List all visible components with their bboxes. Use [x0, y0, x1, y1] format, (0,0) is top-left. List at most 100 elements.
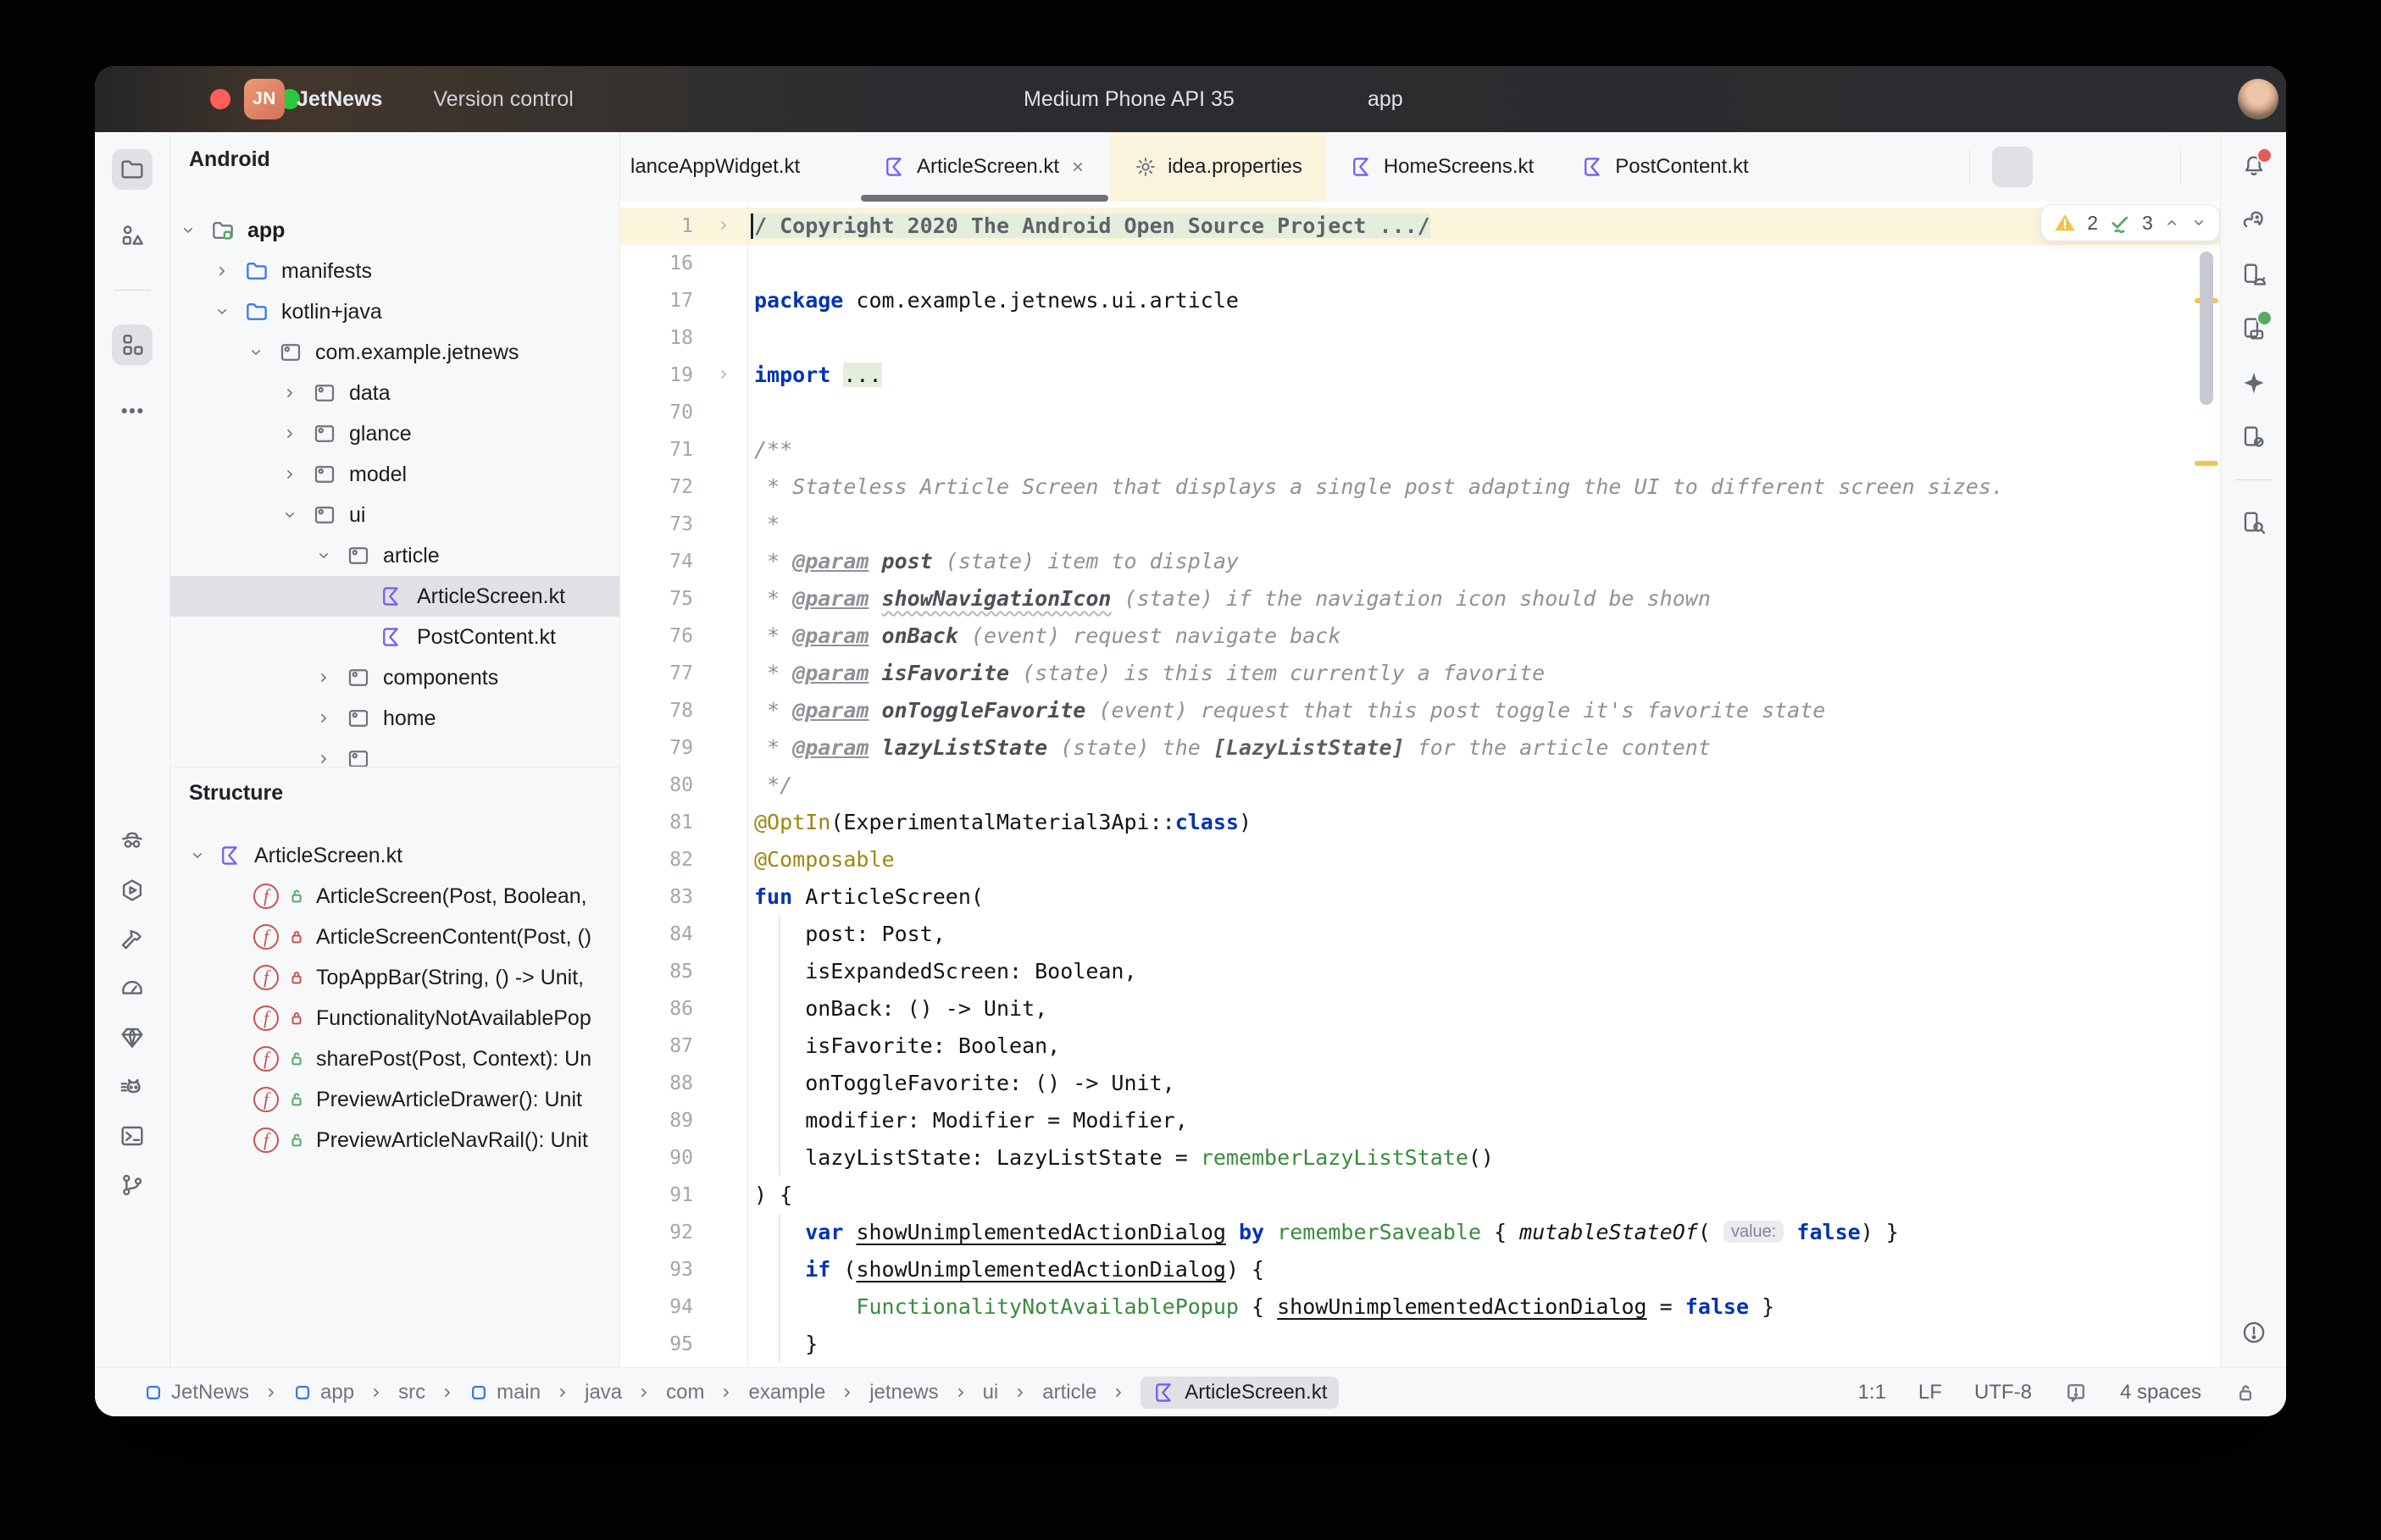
line-number[interactable]: 87	[620, 1028, 693, 1065]
tree-item-ui[interactable]: ui	[170, 495, 619, 535]
tree-item-components[interactable]: components	[170, 657, 619, 698]
profiler-tool[interactable]	[112, 968, 153, 1009]
code-line-73[interactable]: 73 *	[620, 506, 2220, 543]
line-number[interactable]: 93	[620, 1251, 693, 1288]
line-number[interactable]: 83	[620, 878, 693, 916]
line-number[interactable]: 76	[620, 618, 693, 655]
logcat-tool[interactable]	[112, 1066, 153, 1107]
tree-item-PostContent.kt[interactable]: PostContent.kt	[170, 617, 619, 657]
fold-arrow-icon[interactable]	[715, 217, 732, 234]
line-number[interactable]: 70	[620, 394, 693, 431]
tree-item-glance[interactable]: glance	[170, 413, 619, 454]
breadcrumb-src[interactable]: src	[398, 1381, 425, 1404]
close-icon[interactable]	[1069, 158, 1086, 175]
line-number[interactable]: 81	[620, 804, 693, 841]
code-line-71[interactable]: 71 /**	[620, 431, 2220, 468]
code-line-84[interactable]: 84 post: Post,	[620, 916, 2220, 953]
gemini-tool[interactable]	[2234, 363, 2274, 403]
line-number[interactable]: 77	[620, 655, 693, 692]
app-quality-insights-tool[interactable]	[112, 821, 153, 861]
code-line-70[interactable]: 70	[620, 394, 2220, 431]
line-number[interactable]: 88	[620, 1065, 693, 1102]
breadcrumb-JetNews[interactable]: JetNews	[144, 1381, 249, 1404]
chevron-right-icon[interactable]	[312, 710, 336, 727]
services-tool[interactable]	[112, 870, 153, 911]
breadcrumb-jetnews[interactable]: jetnews	[869, 1381, 938, 1404]
code-line-77[interactable]: 77 * @param isFavorite (state) is this i…	[620, 655, 2220, 692]
file-writable-icon[interactable]	[2234, 1381, 2257, 1404]
code-line-74[interactable]: 74 * @param post (state) item to display	[620, 543, 2220, 580]
code-line-81[interactable]: 81 @OptIn(ExperimentalMaterial3Api::class…	[620, 804, 2220, 841]
device-selector[interactable]: Medium Phone API 35	[1013, 66, 1246, 132]
code-line-95[interactable]: 95 }	[620, 1326, 2220, 1363]
tree-item-ArticleScreen.kt[interactable]: ArticleScreen.kt	[170, 576, 619, 617]
structure-item[interactable]: f ArticleScreen(Post, Boolean,	[170, 876, 619, 917]
line-number[interactable]: 1	[620, 208, 693, 245]
structure-item[interactable]: f sharePost(Post, Context): Un	[170, 1039, 619, 1079]
chevron-down-icon[interactable]	[278, 507, 302, 523]
breadcrumb-ui[interactable]: ui	[983, 1381, 999, 1404]
resource-manager-tool[interactable]	[112, 215, 153, 256]
code-line-75[interactable]: 75 * @param showNavigationIcon (state) i…	[620, 580, 2220, 618]
line-number[interactable]: 91	[620, 1177, 693, 1214]
code-editor[interactable]: 2 3 1 / Copyright 2020 The Android Open S…	[620, 202, 2220, 1368]
line-number[interactable]: 78	[620, 692, 693, 729]
tree-item-model[interactable]: model	[170, 454, 619, 495]
tree-item-article[interactable]: article	[170, 535, 619, 576]
vcs-widget[interactable]: Version control	[433, 87, 573, 112]
chevron-right-icon[interactable]	[278, 385, 302, 402]
scrollbar-warning-mark[interactable]	[2195, 461, 2218, 466]
line-number[interactable]: 71	[620, 431, 693, 468]
breadcrumb-java[interactable]: java	[585, 1381, 622, 1404]
breadcrumb-article[interactable]: article	[1042, 1381, 1096, 1404]
code-line-92[interactable]: 92 var showUnimplementedActionDialog by …	[620, 1214, 2220, 1251]
tab-ArticleScreen.kt[interactable]: ArticleScreen.kt	[859, 132, 1110, 202]
structure-item[interactable]: f ArticleScreenContent(Post, ()	[170, 917, 619, 957]
chevron-right-icon[interactable]	[312, 669, 336, 686]
indent-style[interactable]: 4 spaces	[2120, 1381, 2201, 1404]
tab-idea.properties[interactable]: idea.properties	[1110, 132, 1326, 202]
line-separator[interactable]: LF	[1918, 1381, 1942, 1404]
code-line-18[interactable]: 18	[620, 319, 2220, 357]
fold-arrow-icon[interactable]	[715, 366, 732, 383]
code-line-89[interactable]: 89 modifier: Modifier = Modifier,	[620, 1102, 2220, 1139]
line-number[interactable]: 86	[620, 990, 693, 1028]
terminal-tool[interactable]	[112, 1116, 153, 1156]
line-number[interactable]: 95	[620, 1326, 693, 1363]
structure-tool[interactable]	[112, 324, 153, 365]
code-line-76[interactable]: 76 * @param onBack (event) request navig…	[620, 618, 2220, 655]
build-tool[interactable]	[112, 919, 153, 960]
editor-scrollbar[interactable]	[2200, 252, 2213, 405]
breadcrumb-example[interactable]: example	[748, 1381, 825, 1404]
chevron-right-icon[interactable]	[312, 751, 336, 767]
prev-problem-button[interactable]	[2163, 214, 2180, 231]
notifications[interactable]	[2234, 146, 2274, 186]
line-number[interactable]: 79	[620, 729, 693, 767]
notification-balloon-icon[interactable]	[2064, 1381, 2088, 1404]
code-line-90[interactable]: 90 lazyListState: LazyListState = rememb…	[620, 1139, 2220, 1177]
tree-item-com.example.jetnews[interactable]: com.example.jetnews	[170, 332, 619, 373]
version-control-tool[interactable]	[112, 1165, 153, 1205]
user-avatar[interactable]	[2238, 79, 2278, 119]
code-line-72[interactable]: 72 * Stateless Article Screen that displ…	[620, 468, 2220, 506]
code-line-19[interactable]: 19 import ...	[620, 357, 2220, 394]
problems-tool[interactable]	[2234, 1312, 2274, 1353]
design-view-button[interactable]	[2117, 147, 2158, 187]
line-number[interactable]: 19	[620, 357, 693, 394]
file-encoding[interactable]: UTF-8	[1974, 1381, 2032, 1404]
structure-file-row[interactable]: ArticleScreen.kt	[170, 835, 619, 876]
line-number[interactable]: 17	[620, 282, 693, 319]
tree-item-home[interactable]: home	[170, 698, 619, 739]
line-number[interactable]: 72	[620, 468, 693, 506]
line-number[interactable]: 90	[620, 1139, 693, 1177]
line-number[interactable]: 80	[620, 767, 693, 804]
running-devices-tool[interactable]	[2234, 308, 2274, 349]
chevron-down-icon[interactable]	[210, 303, 234, 320]
chevron-right-icon[interactable]	[278, 425, 302, 442]
chevron-right-icon[interactable]	[210, 263, 234, 280]
code-line-80[interactable]: 80 */	[620, 767, 2220, 804]
device-mirroring-tool[interactable]	[2234, 417, 2274, 457]
code-view-button[interactable]	[1992, 147, 2033, 187]
code-line-16[interactable]: 16	[620, 245, 2220, 282]
tab-HomeScreens.kt[interactable]: HomeScreens.kt	[1326, 132, 1557, 202]
